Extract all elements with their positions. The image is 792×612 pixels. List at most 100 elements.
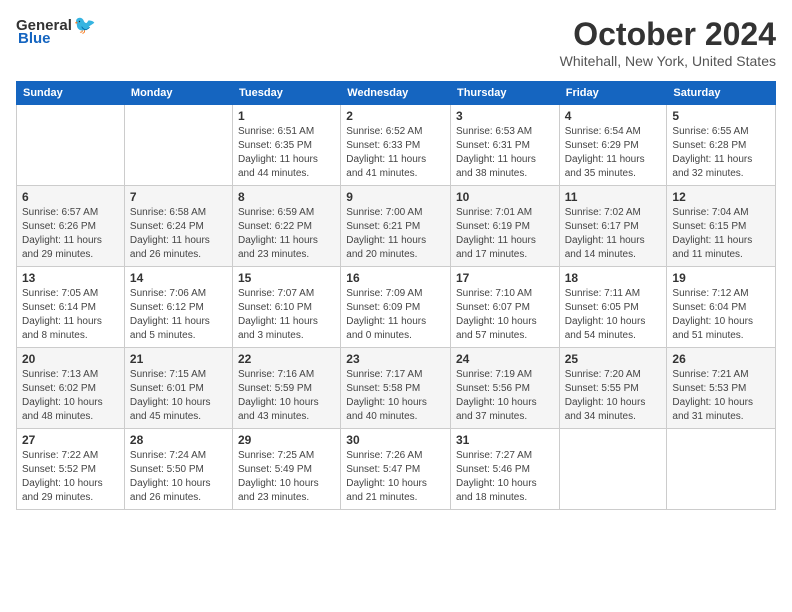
day-number: 24 bbox=[456, 352, 554, 366]
calendar-subtitle: Whitehall, New York, United States bbox=[560, 53, 776, 69]
day-content: Sunrise: 7:17 AMSunset: 5:58 PMDaylight:… bbox=[346, 368, 445, 424]
day-content: Sunrise: 7:20 AMSunset: 5:55 PMDaylight:… bbox=[565, 368, 662, 424]
day-content: Sunrise: 6:59 AMSunset: 6:22 PMDaylight:… bbox=[238, 206, 335, 262]
day-number: 19 bbox=[672, 271, 770, 285]
column-header-saturday: Saturday bbox=[667, 82, 776, 105]
day-number: 11 bbox=[565, 190, 662, 204]
day-number: 7 bbox=[130, 190, 227, 204]
calendar-cell: 31Sunrise: 7:27 AMSunset: 5:46 PMDayligh… bbox=[450, 429, 559, 510]
day-content: Sunrise: 7:25 AMSunset: 5:49 PMDaylight:… bbox=[238, 449, 335, 505]
column-header-thursday: Thursday bbox=[450, 82, 559, 105]
day-content: Sunrise: 7:24 AMSunset: 5:50 PMDaylight:… bbox=[130, 449, 227, 505]
calendar-cell: 24 Sunrise: 7:19 AMSunset: 5:56 PMDayligh… bbox=[450, 348, 559, 429]
day-number: 26 bbox=[672, 352, 770, 366]
day-content: Sunrise: 7:26 AMSunset: 5:47 PMDaylight:… bbox=[346, 449, 445, 505]
day-content: Sunrise: 7:02 AMSunset: 6:17 PMDaylight:… bbox=[565, 206, 662, 262]
column-header-monday: Monday bbox=[124, 82, 232, 105]
day-content: Sunrise: 6:52 AMSunset: 6:33 PMDaylight:… bbox=[346, 125, 445, 181]
calendar-header-row: SundayMondayTuesdayWednesdayThursdayFrid… bbox=[17, 82, 776, 105]
day-content: Sunrise: 7:04 AMSunset: 6:15 PMDaylight:… bbox=[672, 206, 770, 262]
day-number: 4 bbox=[565, 109, 662, 123]
day-content: Sunrise: 7:19 AMSunset: 5:56 PMDaylight:… bbox=[456, 368, 554, 424]
day-content: Sunrise: 7:16 AMSunset: 5:59 PMDaylight:… bbox=[238, 368, 335, 424]
day-number: 27 bbox=[22, 433, 119, 447]
day-number: 9 bbox=[346, 190, 445, 204]
day-number: 17 bbox=[456, 271, 554, 285]
day-number: 20 bbox=[22, 352, 119, 366]
calendar-cell: 20Sunrise: 7:13 AMSunset: 6:02 PMDayligh… bbox=[17, 348, 125, 429]
day-number: 28 bbox=[130, 433, 227, 447]
calendar-cell: 18 Sunrise: 7:11 AMSunset: 6:05 PMDayligh… bbox=[559, 267, 667, 348]
calendar-cell bbox=[559, 429, 667, 510]
calendar-cell: 23Sunrise: 7:17 AMSunset: 5:58 PMDayligh… bbox=[341, 348, 451, 429]
calendar-cell: 8 Sunrise: 6:59 AMSunset: 6:22 PMDaylight… bbox=[233, 186, 341, 267]
day-content: Sunrise: 6:58 AMSunset: 6:24 PMDaylight:… bbox=[130, 206, 227, 262]
calendar-cell: 14 Sunrise: 7:06 AMSunset: 6:12 PMDayligh… bbox=[124, 267, 232, 348]
page-header: General 🐦 Blue October 2024 Whitehall, N… bbox=[16, 16, 776, 69]
calendar-cell: 11 Sunrise: 7:02 AMSunset: 6:17 PMDayligh… bbox=[559, 186, 667, 267]
day-content: Sunrise: 7:27 AMSunset: 5:46 PMDaylight:… bbox=[456, 449, 554, 505]
column-header-tuesday: Tuesday bbox=[233, 82, 341, 105]
day-number: 6 bbox=[22, 190, 119, 204]
day-content: Sunrise: 6:55 AMSunset: 6:28 PMDaylight:… bbox=[672, 125, 770, 181]
day-number: 29 bbox=[238, 433, 335, 447]
calendar-cell: 9 Sunrise: 7:00 AMSunset: 6:21 PMDaylight… bbox=[341, 186, 451, 267]
day-number: 10 bbox=[456, 190, 554, 204]
day-number: 12 bbox=[672, 190, 770, 204]
day-number: 3 bbox=[456, 109, 554, 123]
calendar-cell: 7 Sunrise: 6:58 AMSunset: 6:24 PMDaylight… bbox=[124, 186, 232, 267]
calendar-cell: 21Sunrise: 7:15 AMSunset: 6:01 PMDayligh… bbox=[124, 348, 232, 429]
calendar-week-row: 1 Sunrise: 6:51 AMSunset: 6:35 PMDaylight… bbox=[17, 105, 776, 186]
logo: General 🐦 Blue bbox=[16, 16, 96, 47]
day-content: Sunrise: 7:22 AMSunset: 5:52 PMDaylight:… bbox=[22, 449, 119, 505]
calendar-cell: 19 Sunrise: 7:12 AMSunset: 6:04 PMDayligh… bbox=[667, 267, 776, 348]
day-number: 16 bbox=[346, 271, 445, 285]
calendar-cell: 27 Sunrise: 7:22 AMSunset: 5:52 PMDayligh… bbox=[17, 429, 125, 510]
day-number: 13 bbox=[22, 271, 119, 285]
calendar-cell bbox=[124, 105, 232, 186]
day-number: 5 bbox=[672, 109, 770, 123]
calendar-cell: 29 Sunrise: 7:25 AMSunset: 5:49 PMDayligh… bbox=[233, 429, 341, 510]
day-content: Sunrise: 7:05 AMSunset: 6:14 PMDaylight:… bbox=[22, 287, 119, 343]
calendar-cell: 5 Sunrise: 6:55 AMSunset: 6:28 PMDaylight… bbox=[667, 105, 776, 186]
day-number: 14 bbox=[130, 271, 227, 285]
day-number: 30 bbox=[346, 433, 445, 447]
calendar-cell bbox=[667, 429, 776, 510]
calendar-cell: 22 Sunrise: 7:16 AMSunset: 5:59 PMDayligh… bbox=[233, 348, 341, 429]
calendar-cell bbox=[17, 105, 125, 186]
calendar-week-row: 13 Sunrise: 7:05 AMSunset: 6:14 PMDayligh… bbox=[17, 267, 776, 348]
calendar-cell: 12 Sunrise: 7:04 AMSunset: 6:15 PMDayligh… bbox=[667, 186, 776, 267]
day-number: 18 bbox=[565, 271, 662, 285]
calendar-cell: 28 Sunrise: 7:24 AMSunset: 5:50 PMDayligh… bbox=[124, 429, 232, 510]
calendar-week-row: 6 Sunrise: 6:57 AMSunset: 6:26 PMDaylight… bbox=[17, 186, 776, 267]
day-content: Sunrise: 7:15 AMSunset: 6:01 PMDaylight:… bbox=[130, 368, 227, 424]
day-content: Sunrise: 7:07 AMSunset: 6:10 PMDaylight:… bbox=[238, 287, 335, 343]
day-content: Sunrise: 7:11 AMSunset: 6:05 PMDaylight:… bbox=[565, 287, 662, 343]
day-number: 1 bbox=[238, 109, 335, 123]
day-number: 22 bbox=[238, 352, 335, 366]
calendar-cell: 6 Sunrise: 6:57 AMSunset: 6:26 PMDaylight… bbox=[17, 186, 125, 267]
day-content: Sunrise: 6:51 AMSunset: 6:35 PMDaylight:… bbox=[238, 125, 335, 181]
day-content: Sunrise: 6:57 AMSunset: 6:26 PMDaylight:… bbox=[22, 206, 119, 262]
logo-bird-icon: 🐦 bbox=[74, 16, 96, 34]
day-content: Sunrise: 7:21 AMSunset: 5:53 PMDaylight:… bbox=[672, 368, 770, 424]
day-content: Sunrise: 7:01 AMSunset: 6:19 PMDaylight:… bbox=[456, 206, 554, 262]
calendar-cell: 25 Sunrise: 7:20 AMSunset: 5:55 PMDayligh… bbox=[559, 348, 667, 429]
calendar-cell: 4 Sunrise: 6:54 AMSunset: 6:29 PMDaylight… bbox=[559, 105, 667, 186]
day-number: 8 bbox=[238, 190, 335, 204]
calendar-week-row: 20Sunrise: 7:13 AMSunset: 6:02 PMDayligh… bbox=[17, 348, 776, 429]
calendar-week-row: 27 Sunrise: 7:22 AMSunset: 5:52 PMDayligh… bbox=[17, 429, 776, 510]
day-content: Sunrise: 7:12 AMSunset: 6:04 PMDaylight:… bbox=[672, 287, 770, 343]
logo-blue-text: Blue bbox=[18, 30, 51, 47]
calendar-cell: 1 Sunrise: 6:51 AMSunset: 6:35 PMDaylight… bbox=[233, 105, 341, 186]
day-content: Sunrise: 7:06 AMSunset: 6:12 PMDaylight:… bbox=[130, 287, 227, 343]
day-content: Sunrise: 6:53 AMSunset: 6:31 PMDaylight:… bbox=[456, 125, 554, 181]
day-content: Sunrise: 7:10 AMSunset: 6:07 PMDaylight:… bbox=[456, 287, 554, 343]
day-content: Sunrise: 6:54 AMSunset: 6:29 PMDaylight:… bbox=[565, 125, 662, 181]
day-number: 25 bbox=[565, 352, 662, 366]
calendar-cell: 30 Sunrise: 7:26 AMSunset: 5:47 PMDayligh… bbox=[341, 429, 451, 510]
calendar-cell: 10 Sunrise: 7:01 AMSunset: 6:19 PMDayligh… bbox=[450, 186, 559, 267]
calendar-cell: 3 Sunrise: 6:53 AMSunset: 6:31 PMDaylight… bbox=[450, 105, 559, 186]
column-header-friday: Friday bbox=[559, 82, 667, 105]
day-content: Sunrise: 7:00 AMSunset: 6:21 PMDaylight:… bbox=[346, 206, 445, 262]
